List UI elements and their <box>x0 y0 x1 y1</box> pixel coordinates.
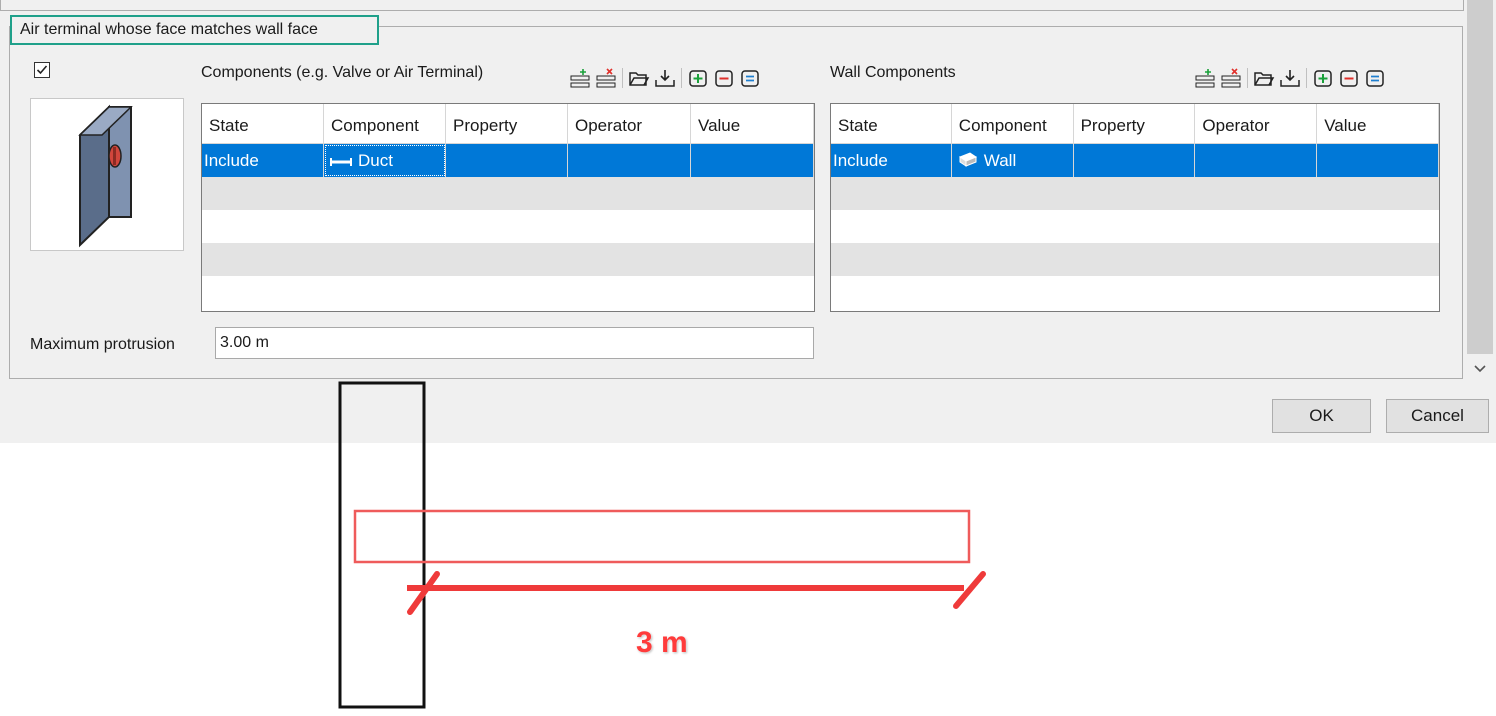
dimension-label: 3 m <box>636 626 688 659</box>
protrusion-annotation <box>338 381 986 709</box>
protrusion-box <box>353 509 971 564</box>
wall-outline <box>338 381 426 709</box>
